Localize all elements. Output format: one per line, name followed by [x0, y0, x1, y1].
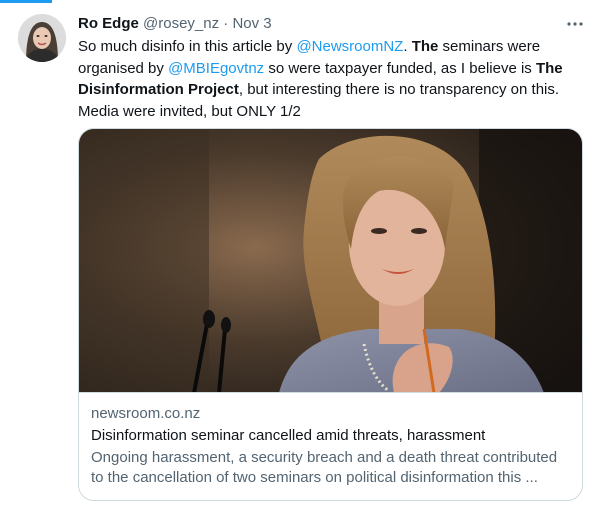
tweet[interactable]: Ro Edge @rosey_nz · Nov 3 So much disinf…	[0, 0, 601, 515]
card-image[interactable]	[79, 129, 582, 393]
tweet-text-segment: so were taxpayer funded, as I believe is	[264, 59, 536, 77]
avatar[interactable]	[18, 14, 66, 62]
tweet-text-segment: So much disinfo in this article by	[78, 38, 297, 55]
card-description: Ongoing harassment, a security breach an…	[91, 449, 558, 486]
tweet-date[interactable]: Nov 3	[232, 15, 271, 32]
more-options-button[interactable]	[565, 14, 585, 34]
separator-dot: ·	[223, 15, 229, 32]
tweet-text-bold: The	[411, 38, 439, 55]
author-handle[interactable]: @rosey_nz	[143, 15, 219, 32]
tweet-text: So much disinfo in this article by @News…	[78, 36, 588, 122]
tweet-header: Ro Edge @rosey_nz · Nov 3	[78, 14, 585, 34]
author-name[interactable]: Ro Edge	[78, 15, 139, 32]
card-domain: newsroom.co.nz	[91, 405, 201, 422]
link-preview-card[interactable]: newsroom.co.nz Disinformation seminar ca…	[78, 128, 583, 501]
tweet-text-segment: .	[403, 38, 412, 55]
mention-newsroomnz[interactable]: @NewsroomNZ	[296, 38, 403, 55]
more-horizontal-icon	[567, 22, 583, 26]
mention-mbiegovtnz[interactable]: @MBIEgovtnz	[168, 60, 264, 77]
card-meta: newsroom.co.nz Disinformation seminar ca…	[91, 404, 570, 488]
card-title[interactable]: Disinformation seminar cancelled amid th…	[91, 426, 570, 446]
